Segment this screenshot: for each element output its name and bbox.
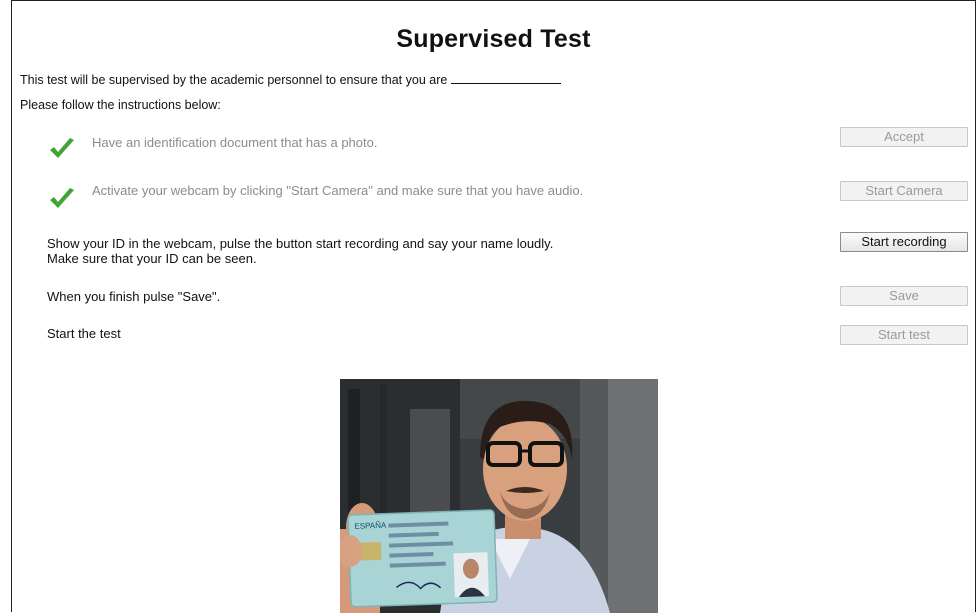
webcam-preview: ESPAÑA	[340, 379, 658, 613]
webcam-frame-image: ESPAÑA	[340, 379, 658, 613]
id-card-country: ESPAÑA	[354, 521, 387, 531]
step-3-text: Show your ID in the webcam, pulse the bu…	[47, 236, 553, 266]
save-button[interactable]: Save	[840, 286, 968, 306]
name-blank-line	[451, 71, 562, 84]
accept-button[interactable]: Accept	[840, 127, 968, 147]
supervised-test-panel: Supervised Test This test will be superv…	[11, 0, 976, 613]
start-camera-button[interactable]: Start Camera	[840, 181, 968, 201]
instructions-heading: Please follow the instructions below:	[20, 98, 221, 112]
page-title: Supervised Test	[396, 25, 591, 53]
step-4-text: When you finish pulse "Save".	[47, 289, 221, 304]
intro-text: This test will be supervised by the acad…	[20, 71, 562, 87]
step-2-text: Activate your webcam by clicking "Start …	[92, 183, 584, 198]
step-3-line-1: Show your ID in the webcam, pulse the bu…	[47, 236, 554, 251]
start-test-button[interactable]: Start test	[840, 325, 968, 345]
check-icon	[50, 188, 74, 208]
step-5-text: Start the test	[47, 326, 121, 341]
step-3-line-2: Make sure that your ID can be seen.	[47, 251, 257, 266]
step-1-text: Have an identification document that has…	[92, 135, 378, 150]
start-recording-button[interactable]: Start recording	[840, 232, 968, 252]
check-icon	[50, 138, 74, 158]
intro-sentence: This test will be supervised by the acad…	[20, 73, 448, 87]
